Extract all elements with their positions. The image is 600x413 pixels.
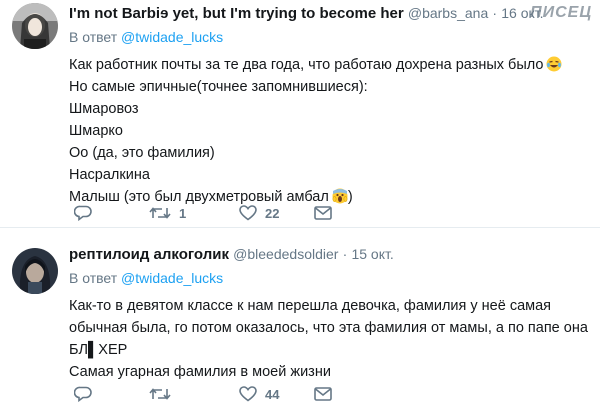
reply-button[interactable] — [74, 205, 92, 221]
tweet-line: БЛ▌ХЕР — [69, 342, 128, 358]
direct-message-button[interactable] — [314, 206, 332, 220]
tweet-line: Как-то в девятом классе к нам перешла де… — [69, 298, 552, 314]
separator-dot: · — [342, 246, 348, 262]
tweet-line: Как работник почты за те два года, что р… — [69, 54, 590, 76]
like-button[interactable]: 22 — [239, 205, 279, 221]
heart-icon — [239, 205, 257, 221]
envelope-icon — [314, 387, 332, 401]
tweet-line: Но самые эпичные(точнее запомнившиеся): — [69, 79, 368, 95]
reply-to-link[interactable]: @twidade_lucks — [121, 29, 223, 45]
direct-message-button[interactable] — [314, 387, 332, 401]
tweet-line: обычная была, го потом оказалось, что эт… — [69, 320, 588, 336]
tweet-header: I'm not Barbiɘ yet, but I'm trying to be… — [69, 4, 590, 23]
reply-prefix: В ответ — [69, 270, 118, 286]
separator-dot: · — [492, 5, 498, 21]
avatar[interactable] — [12, 3, 58, 49]
crying-laughing-emoji — [546, 56, 562, 72]
tweet-line: Малыш (это был двухметровый амбал) — [69, 188, 353, 205]
tweet-text: Как-то в девятом классе к нам перешла де… — [69, 295, 590, 383]
tweet-line: Самая угарная фамилия в моей жизни — [69, 364, 331, 380]
reply-to-link[interactable]: @twidade_lucks — [121, 270, 223, 286]
tweet-header: рептилоид алкоголик @bleededsoldier · 15… — [69, 245, 590, 264]
user-handle[interactable]: @bleededsoldier — [233, 246, 338, 262]
avatar[interactable] — [12, 248, 58, 294]
reply-icon — [74, 205, 92, 221]
tweet-date[interactable]: 16 окт. — [501, 5, 543, 21]
like-button[interactable]: 44 — [239, 386, 279, 402]
heart-icon — [239, 386, 257, 402]
tweet-line: Насралкина — [69, 167, 150, 183]
tweet-line: Оо (да, это фамилия) — [69, 145, 215, 161]
reply-icon — [74, 386, 92, 402]
retweet-icon — [149, 207, 171, 219]
tweet-line: Шмарко — [69, 123, 123, 139]
retweet-count: 1 — [179, 205, 187, 221]
user-handle[interactable]: @barbs_ana — [408, 5, 488, 21]
tweet-text: Как работник почты за те два года, что р… — [69, 54, 590, 208]
screaming-emoji — [332, 188, 348, 204]
reply-context: В ответ @twidade_lucks — [69, 28, 590, 46]
reply-context: В ответ @twidade_lucks — [69, 269, 590, 287]
tweet[interactable]: рептилоид алкоголик @bleededsoldier · 15… — [0, 228, 600, 413]
retweet-button[interactable]: 1 — [149, 205, 186, 221]
tweet-date[interactable]: 15 окт. — [351, 246, 393, 262]
reply-button[interactable] — [74, 386, 92, 402]
envelope-icon — [314, 206, 332, 220]
like-count: 22 — [265, 205, 280, 221]
retweet-button[interactable] — [149, 386, 179, 402]
display-name[interactable]: рептилоид алкоголик — [69, 246, 229, 263]
display-name[interactable]: I'm not Barbiɘ yet, but I'm trying to be… — [69, 5, 404, 22]
tweet[interactable]: I'm not Barbiɘ yet, but I'm trying to be… — [0, 0, 600, 228]
like-count: 44 — [265, 386, 280, 402]
tweet-line: Шмаровоз — [69, 101, 139, 117]
retweet-icon — [149, 388, 171, 400]
reply-prefix: В ответ — [69, 29, 118, 45]
